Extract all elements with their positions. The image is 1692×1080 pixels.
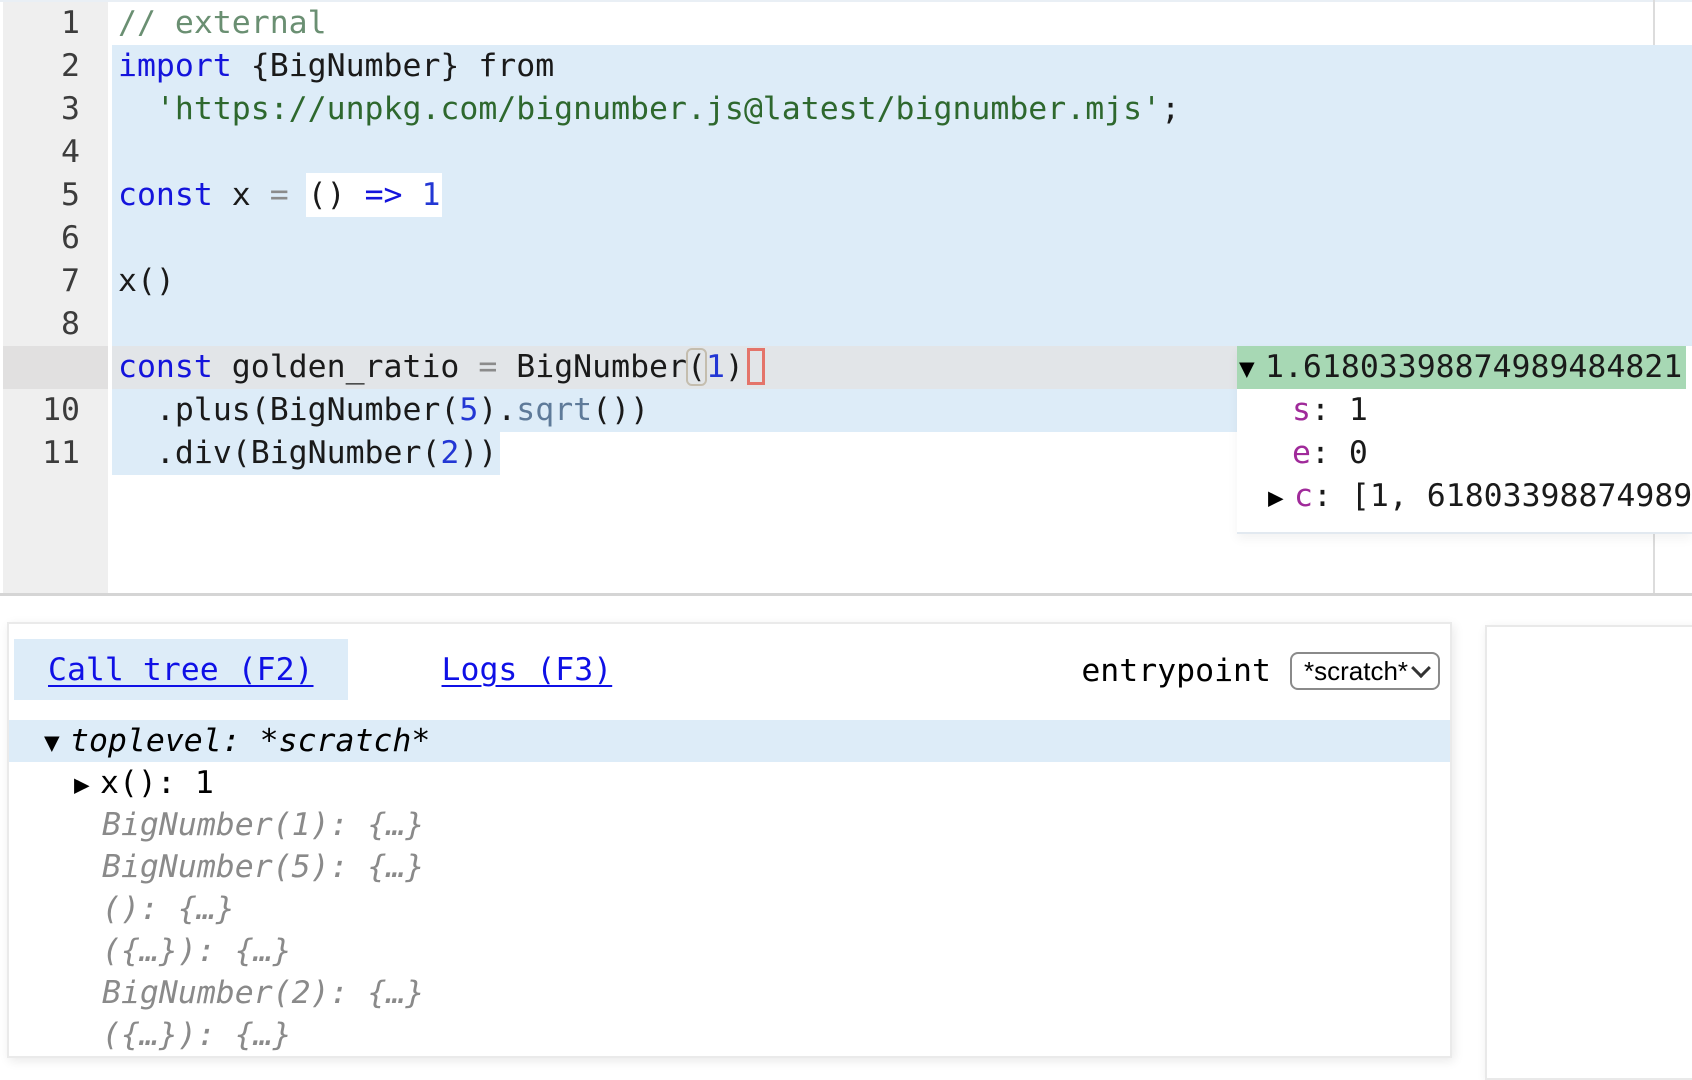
tab-call-tree[interactable]: Call tree (F2)	[14, 639, 348, 700]
object-value: 1	[1349, 392, 1368, 428]
app-root: { "editor": { "gutter": ["1","2","3","4"…	[0, 0, 1692, 1066]
call-label: BigNumber(1): {…}	[102, 807, 424, 843]
object-key: e	[1292, 435, 1311, 471]
call-tree-panel: Call tree (F2) Logs (F3) entrypoint *scr…	[7, 622, 1452, 1058]
code-token: x()	[118, 263, 175, 299]
expand-triangle-icon[interactable]: ▶	[1268, 477, 1294, 520]
key-separator: :	[1311, 392, 1349, 428]
code-token: ;	[1161, 91, 1180, 127]
number-token: 5	[459, 392, 478, 428]
operator-token: =	[270, 177, 289, 213]
code-token: ()	[308, 177, 365, 213]
code-line-3[interactable]: 'https://unpkg.com/bignumber.js@latest/b…	[0, 88, 1692, 131]
evaluated-region-highlight	[112, 131, 1692, 174]
code-line-5[interactable]: const x = () => 1	[0, 174, 1692, 217]
editor-bottom-border	[0, 593, 1692, 596]
key-separator: :	[1313, 478, 1351, 514]
code-token: BigNumber	[497, 349, 687, 385]
object-value: [1, 61803398874989	[1351, 478, 1692, 514]
call-label: (): {…}	[102, 891, 235, 927]
hovered-expression-highlight[interactable]: () => 1	[306, 173, 443, 217]
expand-triangle-icon[interactable]: ▶	[74, 764, 100, 806]
call-label: ({…}): {…}	[102, 933, 292, 969]
keyword-token: const	[118, 177, 213, 213]
text-cursor	[747, 348, 765, 385]
code-token	[403, 177, 422, 213]
result-value-badge[interactable]: ▼1.61803398874989484821	[1237, 346, 1686, 389]
inspector-result-row[interactable]: ▼1.61803398874989484821	[1237, 346, 1692, 389]
call-tree-row[interactable]: ({…}): {…}	[9, 930, 1450, 972]
collapse-triangle-icon[interactable]: ▼	[1239, 348, 1265, 391]
code-token: ).	[478, 392, 516, 428]
call-label: ({…}): {…}	[102, 1017, 292, 1053]
inspector-field-c[interactable]: ▶c: [1, 61803398874989	[1237, 475, 1692, 518]
code-token: golden_ratio	[213, 349, 479, 385]
call-tree-row[interactable]: (): {…}	[9, 888, 1450, 930]
object-key: s	[1292, 392, 1311, 428]
number-token: 2	[440, 435, 459, 471]
arrow-token: =>	[365, 177, 403, 213]
code-line-2[interactable]: import {BigNumber} from	[0, 45, 1692, 88]
code-editor[interactable]: 1 2 3 4 5 6 7 8 9 10 11 // external impo…	[0, 0, 1692, 595]
entrypoint-select[interactable]: *scratch*	[1290, 652, 1440, 690]
result-value: 1.61803398874989484821	[1265, 349, 1682, 385]
code-token: ))	[459, 435, 497, 471]
panel-tabs: Call tree (F2) Logs (F3)	[14, 639, 646, 700]
call-tree-row[interactable]: BigNumber(1): {…}	[9, 804, 1450, 846]
object-key: c	[1294, 478, 1313, 514]
keyword-token: const	[118, 349, 213, 385]
matching-bracket-highlight: (	[687, 349, 706, 385]
code-token: )	[725, 349, 744, 385]
property-token: sqrt	[516, 392, 592, 428]
number-token: 1	[706, 349, 725, 385]
code-line-7[interactable]: x()	[0, 260, 1692, 303]
code-line-1[interactable]: // external	[0, 2, 1692, 45]
code-token: ())	[592, 392, 649, 428]
code-line-6[interactable]	[0, 217, 1692, 260]
evaluated-region-highlight	[112, 217, 1692, 260]
operator-token: =	[478, 349, 497, 385]
entrypoint-label: entrypoint	[1081, 653, 1271, 689]
call-tree-row-x-call[interactable]: ▶x(): 1	[9, 762, 1450, 804]
code-token: x	[213, 177, 270, 213]
code-line-8[interactable]	[0, 303, 1692, 346]
collapse-triangle-icon[interactable]: ▼	[44, 722, 70, 764]
call-tree: ▼toplevel: *scratch* ▶x(): 1 BigNumber(1…	[9, 720, 1450, 1056]
keyword-token: import	[118, 48, 232, 84]
call-tree-row[interactable]: ({…}): {…}	[9, 1014, 1450, 1056]
evaluated-region-highlight	[112, 303, 1692, 346]
inspector-field-s[interactable]: s: 1	[1237, 389, 1692, 432]
call-tree-row-toplevel[interactable]: ▼toplevel: *scratch*	[9, 720, 1450, 762]
code-line-4[interactable]	[0, 131, 1692, 174]
tab-logs[interactable]: Logs (F3)	[408, 639, 647, 700]
call-tree-row[interactable]: BigNumber(2): {…}	[9, 972, 1450, 1014]
key-separator: :	[1311, 435, 1349, 471]
string-token: 'https://unpkg.com/bignumber.js@latest/b…	[118, 91, 1161, 127]
entrypoint-control: entrypoint *scratch*	[1081, 652, 1440, 690]
call-tree-tab-link[interactable]: Call tree (F2)	[48, 652, 314, 688]
chevron-down-icon	[1411, 658, 1431, 678]
comment-token: // external	[118, 5, 327, 41]
code-token: {BigNumber} from	[232, 48, 554, 84]
evaluated-region-highlight	[112, 260, 1692, 303]
call-tree-row[interactable]: BigNumber(5): {…}	[9, 846, 1450, 888]
object-value: 0	[1349, 435, 1368, 471]
side-panel-empty	[1485, 625, 1692, 1080]
code-token	[289, 177, 308, 213]
entrypoint-selected-value: *scratch*	[1304, 656, 1408, 687]
code-token: .plus(BigNumber(	[118, 392, 459, 428]
call-label: BigNumber(5): {…}	[102, 849, 424, 885]
number-token: 1	[421, 177, 440, 213]
call-label: toplevel: *scratch*	[70, 723, 430, 759]
call-label: BigNumber(2): {…}	[102, 975, 424, 1011]
call-label: x(): 1	[100, 765, 214, 801]
inspector-field-e[interactable]: e: 0	[1237, 432, 1692, 475]
logs-tab-link[interactable]: Logs (F3)	[442, 652, 613, 688]
value-inspector: ▼1.61803398874989484821 s: 1 e: 0 ▶c: [1…	[1237, 346, 1692, 534]
code-token: .div(BigNumber(	[118, 435, 440, 471]
